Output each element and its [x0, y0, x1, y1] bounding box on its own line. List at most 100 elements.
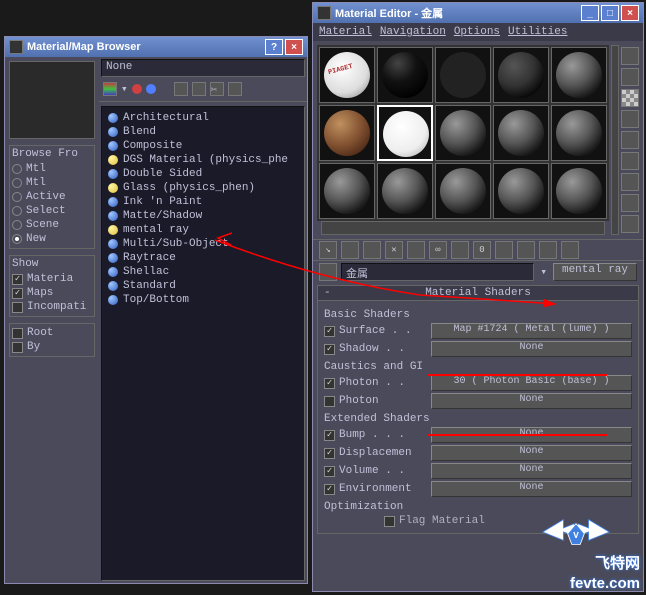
- material-slot-8[interactable]: [435, 105, 491, 161]
- show-map-icon[interactable]: [495, 241, 513, 259]
- tool-icon-1[interactable]: [174, 82, 188, 96]
- make-unique-icon[interactable]: ∞: [429, 241, 447, 259]
- material-slot-4[interactable]: [493, 47, 549, 103]
- shader-checkbox[interactable]: ✓: [324, 378, 335, 389]
- material-item[interactable]: Shellac: [108, 265, 298, 279]
- editor-close-button[interactable]: ×: [621, 5, 639, 21]
- material-item[interactable]: Ink 'n Paint: [108, 195, 298, 209]
- material-slot-12[interactable]: [377, 163, 433, 219]
- red-sphere-icon[interactable]: [132, 84, 142, 94]
- editor-titlebar[interactable]: Material Editor - 金属 _ □ ×: [313, 3, 643, 23]
- material-slot-10[interactable]: [551, 105, 607, 161]
- pick-material-icon[interactable]: [319, 263, 337, 281]
- material-item[interactable]: Raytrace: [108, 251, 298, 265]
- search-input[interactable]: None: [101, 59, 305, 77]
- shader-map-button[interactable]: None: [431, 427, 632, 443]
- shader-checkbox[interactable]: ✓: [324, 448, 335, 459]
- browser-help-button[interactable]: ?: [265, 39, 283, 55]
- material-item[interactable]: mental ray: [108, 223, 298, 237]
- menu-utilities[interactable]: Utilities: [508, 26, 567, 38]
- slots-scrollbar-horizontal[interactable]: [321, 221, 605, 235]
- slots-scrollbar-vertical[interactable]: [611, 45, 619, 235]
- browse-from-radio-select[interactable]: Select: [12, 204, 92, 218]
- go-to-parent-icon[interactable]: [539, 241, 557, 259]
- shader-checkbox[interactable]: [324, 396, 335, 407]
- material-item[interactable]: Architectural: [108, 111, 298, 125]
- rollout-header[interactable]: - Material Shaders: [317, 285, 639, 301]
- put-to-library-icon[interactable]: [451, 241, 469, 259]
- browse-from-radio-new[interactable]: New: [12, 232, 92, 246]
- shader-map-button[interactable]: None: [431, 481, 632, 497]
- editor-maximize-button[interactable]: □: [601, 5, 619, 21]
- browse-from-radio-scene[interactable]: Scene: [12, 218, 92, 232]
- flag-material-checkbox[interactable]: [384, 516, 395, 527]
- material-item[interactable]: Top/Bottom: [108, 293, 298, 307]
- blue-sphere-icon[interactable]: [146, 84, 156, 94]
- browse-from-radio-mtl[interactable]: Mtl: [12, 162, 92, 176]
- put-to-scene-icon[interactable]: [341, 241, 359, 259]
- filter-check-root[interactable]: Root: [12, 326, 92, 340]
- shader-map-button[interactable]: None: [431, 445, 632, 461]
- browse-from-radio-mtl[interactable]: Mtl: [12, 176, 92, 190]
- material-item[interactable]: Multi/Sub-Object: [108, 237, 298, 251]
- menu-options[interactable]: Options: [454, 26, 500, 38]
- browser-close-button[interactable]: ×: [285, 39, 303, 55]
- browser-titlebar[interactable]: Material/Map Browser ? ×: [5, 37, 307, 57]
- material-name-input[interactable]: 金属: [341, 263, 534, 281]
- material-slot-11[interactable]: [319, 163, 375, 219]
- material-slot-7-selected[interactable]: [377, 105, 433, 161]
- material-item[interactable]: Double Sided: [108, 167, 298, 181]
- delete-icon[interactable]: [228, 82, 242, 96]
- backlight-icon[interactable]: [621, 68, 639, 86]
- shader-map-button[interactable]: None: [431, 393, 632, 409]
- material-list[interactable]: ArchitecturalBlendCompositeDGS Material …: [101, 106, 305, 581]
- material-type-button[interactable]: mental ray: [553, 263, 637, 281]
- make-copy-icon[interactable]: [407, 241, 425, 259]
- editor-minimize-button[interactable]: _: [581, 5, 599, 21]
- material-slot-15[interactable]: [551, 163, 607, 219]
- shader-map-button[interactable]: 30 ( Photon Basic (base) ): [431, 375, 632, 391]
- material-slot-13[interactable]: [435, 163, 491, 219]
- filter-check-by[interactable]: By: [12, 340, 92, 354]
- shader-checkbox[interactable]: ✓: [324, 344, 335, 355]
- assign-to-selection-icon[interactable]: [363, 241, 381, 259]
- show-check-maps[interactable]: ✓Maps: [12, 286, 92, 300]
- show-check-materia[interactable]: ✓Materia: [12, 272, 92, 286]
- shader-checkbox[interactable]: ✓: [324, 430, 335, 441]
- make-preview-icon[interactable]: [621, 152, 639, 170]
- shader-map-button[interactable]: None: [431, 341, 632, 357]
- shader-checkbox[interactable]: ✓: [324, 484, 335, 495]
- browse-from-radio-active[interactable]: Active: [12, 190, 92, 204]
- go-forward-icon[interactable]: [561, 241, 579, 259]
- shader-checkbox[interactable]: ✓: [324, 466, 335, 477]
- material-slot-3[interactable]: [435, 47, 491, 103]
- material-slot-1[interactable]: PIAGET: [319, 47, 375, 103]
- show-check-incompati[interactable]: Incompati: [12, 300, 92, 314]
- tool-icon-2[interactable]: [192, 82, 206, 96]
- get-material-icon[interactable]: ↘: [319, 241, 337, 259]
- material-item[interactable]: Glass (physics_phen): [108, 181, 298, 195]
- background-icon[interactable]: [621, 89, 639, 107]
- show-end-result-icon[interactable]: [517, 241, 535, 259]
- material-item[interactable]: Composite: [108, 139, 298, 153]
- menu-navigation[interactable]: Navigation: [380, 26, 446, 38]
- view-list-icon[interactable]: [103, 82, 117, 96]
- material-slot-2[interactable]: [377, 47, 433, 103]
- material-slot-6[interactable]: [319, 105, 375, 161]
- material-slot-14[interactable]: [493, 163, 549, 219]
- shader-checkbox[interactable]: ✓: [324, 326, 335, 337]
- material-slot-5[interactable]: [551, 47, 607, 103]
- material-map-navigator-icon[interactable]: [621, 215, 639, 233]
- menu-material[interactable]: Material: [319, 26, 372, 38]
- video-check-icon[interactable]: [621, 131, 639, 149]
- sample-type-icon[interactable]: [621, 47, 639, 65]
- material-item[interactable]: Standard: [108, 279, 298, 293]
- reset-map-icon[interactable]: ✕: [385, 241, 403, 259]
- sample-uv-icon[interactable]: [621, 110, 639, 128]
- material-effects-icon[interactable]: 0: [473, 241, 491, 259]
- material-slot-9[interactable]: [493, 105, 549, 161]
- name-dropdown-icon[interactable]: ▾: [538, 265, 549, 279]
- options-icon[interactable]: [621, 173, 639, 191]
- material-item[interactable]: Blend: [108, 125, 298, 139]
- scissors-icon[interactable]: ✂: [210, 82, 224, 96]
